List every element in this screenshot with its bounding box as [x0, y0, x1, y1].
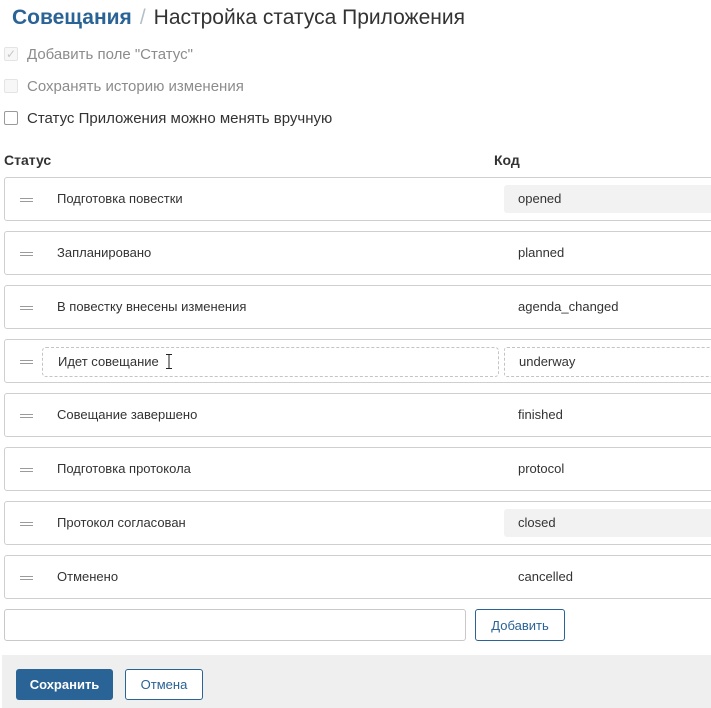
status-code[interactable]: agenda_changed	[504, 293, 711, 321]
add-status-button[interactable]: Добавить	[475, 609, 565, 641]
save-button[interactable]: Сохранить	[16, 669, 113, 700]
drag-handle-icon[interactable]	[20, 576, 33, 580]
option-keep-history: Сохранять историю изменения	[4, 77, 244, 95]
status-code[interactable]: cancelled	[504, 563, 711, 591]
status-name[interactable]: Протокол согласован	[57, 502, 186, 544]
option-manual-change[interactable]: Статус Приложения можно менять вручную	[4, 109, 332, 127]
checkbox-manual-change[interactable]	[4, 111, 18, 125]
status-code[interactable]: closed	[504, 509, 711, 537]
option-add-status-field: ✓ Добавить поле "Статус"	[4, 45, 193, 63]
breadcrumb-current: Настройка статуса Приложения	[153, 6, 465, 29]
option-label: Сохранять историю изменения	[27, 77, 244, 95]
drag-handle-icon[interactable]	[20, 468, 33, 472]
drag-handle-icon[interactable]	[20, 252, 33, 256]
new-status-input[interactable]	[4, 609, 466, 641]
status-row[interactable]: Запланировано planned	[4, 231, 711, 275]
status-row[interactable]: Совещание завершено finished	[4, 393, 711, 437]
status-name[interactable]: Совещание завершено	[57, 394, 197, 436]
checkbox-keep-history	[4, 79, 18, 93]
form-footer: Сохранить Отмена	[2, 655, 711, 708]
page-title: Совещания / Настройка статуса Приложения	[12, 4, 465, 32]
status-name-input[interactable]: Идет совещание	[42, 347, 499, 377]
breadcrumb-parent-link[interactable]: Совещания	[12, 6, 132, 30]
status-code[interactable]: planned	[504, 239, 711, 267]
status-name[interactable]: В повестку внесены изменения	[57, 286, 246, 328]
check-icon: ✓	[5, 47, 17, 61]
drag-handle-icon[interactable]	[20, 360, 33, 364]
status-row[interactable]: Подготовка повестки opened	[4, 177, 711, 221]
text-cursor-icon	[166, 354, 172, 369]
drag-handle-icon[interactable]	[20, 198, 33, 202]
status-name[interactable]: Отменено	[57, 556, 118, 598]
status-name[interactable]: Подготовка протокола	[57, 448, 191, 490]
drag-handle-icon[interactable]	[20, 306, 33, 310]
status-name[interactable]: Подготовка повестки	[57, 178, 183, 220]
status-code-input[interactable]: underway	[504, 347, 711, 377]
checkbox-add-status-field: ✓	[4, 47, 18, 61]
cancel-button[interactable]: Отмена	[125, 669, 203, 700]
status-row[interactable]: В повестку внесены изменения agenda_chan…	[4, 285, 711, 329]
status-row[interactable]: Протокол согласован closed	[4, 501, 711, 545]
column-header-status: Статус	[4, 152, 52, 168]
option-label[interactable]: Статус Приложения можно менять вручную	[27, 110, 332, 127]
drag-handle-icon[interactable]	[20, 414, 33, 418]
status-code[interactable]: opened	[504, 185, 711, 213]
status-row[interactable]: Подготовка протокола protocol	[4, 447, 711, 491]
column-header-code: Код	[494, 152, 520, 168]
status-name[interactable]: Запланировано	[57, 232, 151, 274]
status-code[interactable]: protocol	[504, 455, 711, 483]
drag-handle-icon[interactable]	[20, 522, 33, 526]
status-row[interactable]: Отменено cancelled	[4, 555, 711, 599]
option-label: Добавить поле "Статус"	[27, 45, 193, 63]
status-code[interactable]: finished	[504, 401, 711, 429]
status-row-editing[interactable]: Идет совещание underway	[4, 339, 711, 383]
breadcrumb-separator: /	[139, 6, 146, 29]
